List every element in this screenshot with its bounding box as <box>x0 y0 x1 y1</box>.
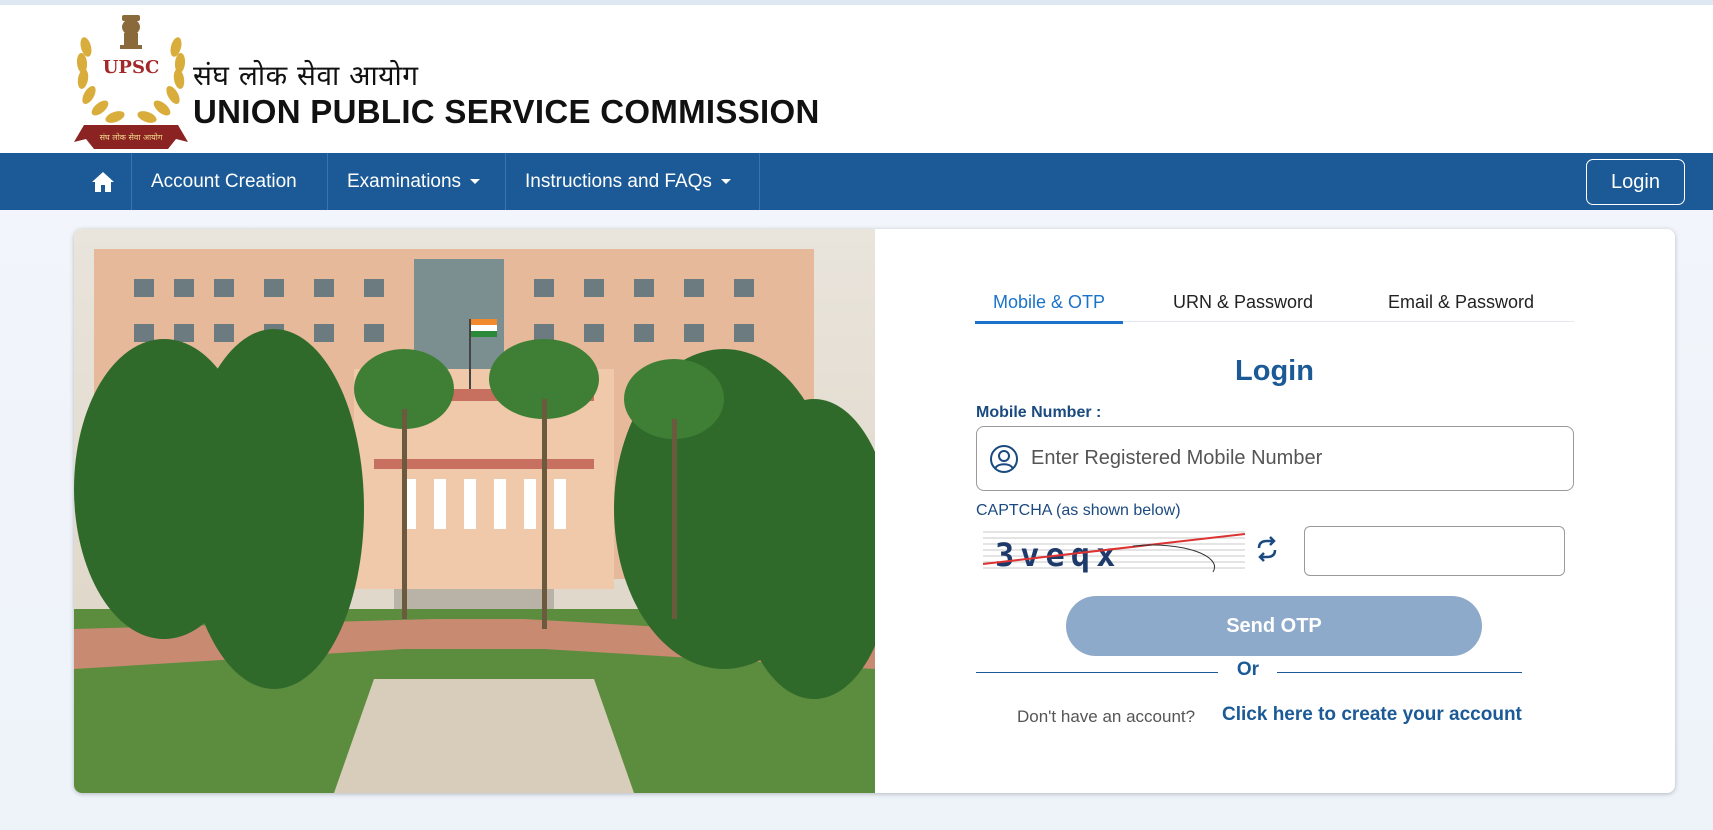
nav-examinations-label: Examinations <box>347 170 462 192</box>
captcha-image: 3veqx <box>983 526 1245 573</box>
login-card: Mobile & OTP URN & Password Email & Pass… <box>74 229 1675 793</box>
mobile-number-input[interactable]: Enter Registered Mobile Number <box>976 426 1574 491</box>
nav-home[interactable] <box>74 153 132 210</box>
logo-ribbon-text: संघ लोक सेवा आयोग <box>100 132 163 142</box>
user-circle-icon <box>990 444 1018 473</box>
or-separator: Or <box>1236 659 1260 680</box>
site-header: UPSC संघ लोक सेवा आयोग संघ लोक सेवा आयोग… <box>0 5 1713 153</box>
nav-account-creation[interactable]: Account Creation <box>132 153 328 210</box>
home-icon <box>91 171 114 192</box>
chevron-down-icon <box>470 179 481 184</box>
captcha-label: CAPTCHA (as shown below) <box>976 502 1181 519</box>
chevron-down-icon <box>720 179 731 184</box>
login-method-tabs: Mobile & OTP URN & Password Email & Pass… <box>975 292 1574 324</box>
upsc-building-photo <box>74 229 875 793</box>
site-title-hindi: संघ लोक सेवा आयोग <box>193 59 419 92</box>
tab-email-password[interactable]: Email & Password <box>1373 292 1549 322</box>
captcha-input[interactable] <box>1304 526 1565 576</box>
send-otp-button[interactable]: Send OTP <box>1066 596 1482 656</box>
site-title-english: UNION PUBLIC SERVICE COMMISSION <box>193 93 820 130</box>
svg-text:UPSC: UPSC <box>103 57 160 78</box>
refresh-icon[interactable] <box>1252 536 1282 562</box>
create-account-link[interactable]: Click here to create your account <box>1222 704 1522 726</box>
signup-question: Don't have an account? <box>1017 707 1196 726</box>
tab-urn-password[interactable]: URN & Password <box>1163 292 1323 322</box>
mobile-number-placeholder: Enter Registered Mobile Number <box>1031 447 1323 469</box>
divider-left <box>976 672 1218 673</box>
nav-instructions-label: Instructions and FAQs <box>525 170 712 192</box>
main-navbar: Account Creation Examinations Instructio… <box>0 153 1713 210</box>
tab-mobile-otp[interactable]: Mobile & OTP <box>975 292 1123 324</box>
nav-instructions-faqs[interactable]: Instructions and FAQs <box>506 153 760 210</box>
nav-login-button[interactable]: Login <box>1586 159 1685 205</box>
divider-right <box>1277 672 1522 673</box>
upsc-logo: UPSC संघ लोक सेवा आयोग <box>74 15 188 149</box>
nav-account-creation-label: Account Creation <box>151 170 297 192</box>
mobile-number-label: Mobile Number : <box>976 404 1102 421</box>
nav-examinations[interactable]: Examinations <box>328 153 506 210</box>
login-heading: Login <box>1235 355 1314 387</box>
